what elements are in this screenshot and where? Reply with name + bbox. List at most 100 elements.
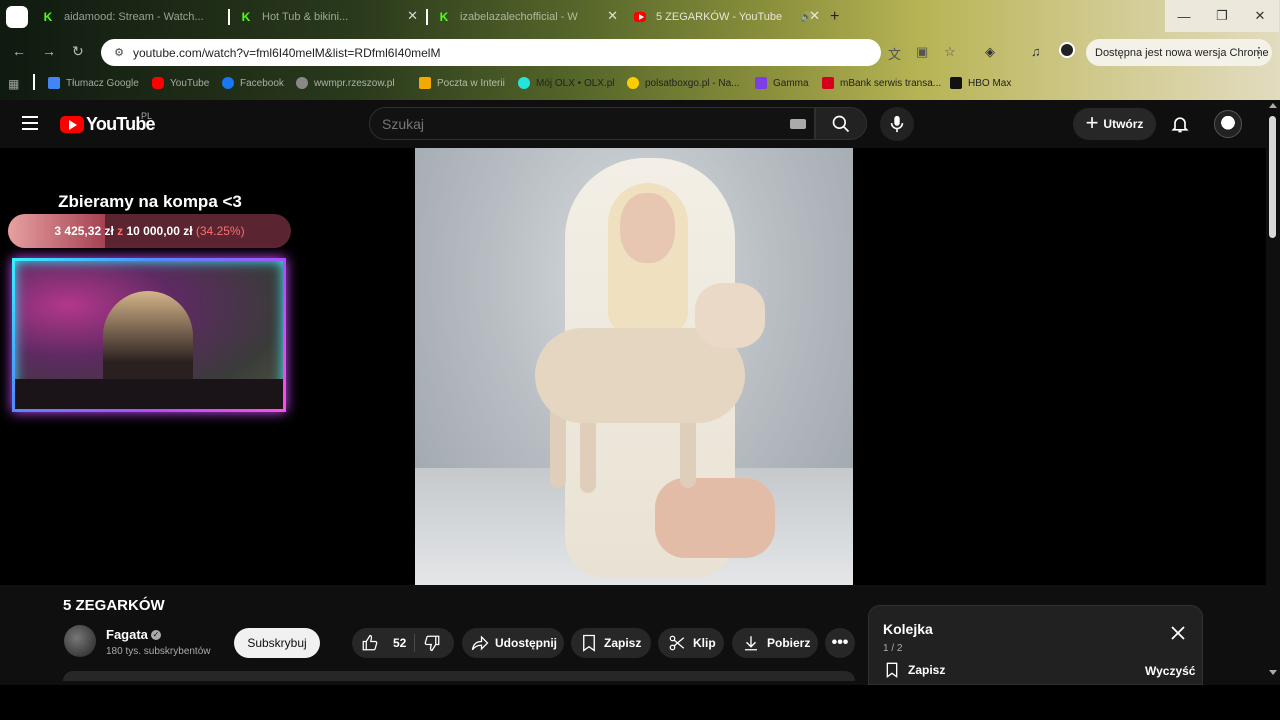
kick-icon: K — [43, 10, 53, 24]
close-icon[interactable]: ✕ — [607, 8, 618, 24]
gamma-icon — [755, 77, 767, 89]
queue-title: Kolejka — [883, 621, 933, 637]
tab-strip: K aidamood: Stream - Watch... K Hot Tub … — [0, 0, 1280, 34]
tab-title: aidamood: Stream - Watch... — [64, 11, 204, 23]
queue-save-label: Zapisz — [908, 663, 946, 677]
thumbs-down-icon — [424, 635, 440, 652]
channel-name[interactable]: Fagata — [106, 627, 148, 642]
browser-chrome: K aidamood: Stream - Watch... K Hot Tub … — [0, 0, 1280, 100]
address-bar[interactable]: ⚙ youtube.com/watch?v=fml6I40melM&list=R… — [101, 39, 956, 66]
clip-button[interactable]: Klip — [658, 628, 724, 658]
download-label: Pobierz — [767, 636, 811, 650]
bookmark-interia[interactable]: Poczta w Interii — [419, 77, 505, 89]
more-menu-icon[interactable]: ⋮ — [1252, 44, 1266, 61]
minimize-button[interactable]: — — [1165, 0, 1203, 32]
bookmark-label: YouTube — [170, 77, 210, 89]
bookmark-icon — [583, 634, 595, 652]
tab-aidamood[interactable]: K aidamood: Stream - Watch... — [42, 6, 222, 28]
bookmark-label: Facebook — [240, 77, 284, 89]
like-button[interactable]: 52 — [352, 628, 414, 658]
download-icon — [745, 636, 757, 651]
video-frame-cover-art — [415, 148, 853, 585]
youtube-icon — [60, 116, 84, 133]
dislike-button[interactable] — [414, 628, 441, 658]
back-icon[interactable]: ← — [12, 43, 26, 59]
save-button[interactable]: Zapisz — [571, 628, 651, 658]
bookmark-wwmpr[interactable]: wwmpr.rzeszow.pl — [296, 77, 395, 89]
bookmark-hbo-max[interactable]: HBO Max — [950, 77, 1011, 89]
reload-icon[interactable]: ↻ — [72, 43, 84, 60]
url-text: youtube.com/watch?v=fml6I40melM&list=RDf… — [133, 45, 441, 60]
youtube-page: YouTube PL + Utwórz — [0, 100, 1280, 720]
subscribe-button[interactable]: Subskrybuj — [234, 628, 320, 658]
bookmark-olx[interactable]: Mój OLX • OLX.pl — [518, 77, 615, 89]
account-avatar[interactable] — [1214, 110, 1242, 138]
search-input[interactable] — [382, 116, 762, 132]
tab-youtube-active[interactable]: 5 ZEGARKÓW - YouTube 🔊 ✕ — [634, 6, 820, 28]
close-window-button[interactable]: ✕ — [1241, 0, 1279, 32]
olx-icon — [518, 77, 530, 89]
share-button[interactable]: Udostępnij — [462, 628, 564, 658]
keyboard-icon[interactable] — [790, 119, 806, 129]
apps-grid-icon[interactable]: ▦ — [8, 77, 19, 91]
scroll-thumb[interactable] — [1269, 116, 1276, 238]
video-player[interactable]: Zbieramy na kompa <3 3 425,32 zł z 10 00… — [0, 148, 1266, 585]
translate-icon[interactable]: 文 — [888, 44, 901, 63]
bookmark-star-icon[interactable]: ☆ — [944, 44, 956, 60]
channel-avatar[interactable] — [64, 625, 96, 657]
save-label: Zapisz — [604, 636, 642, 650]
scroll-down-arrow[interactable] — [1269, 670, 1277, 675]
voice-search-button[interactable] — [880, 107, 914, 141]
translate-icon — [48, 77, 60, 89]
media-controls-icon[interactable]: ♫ — [1031, 44, 1041, 59]
forward-icon[interactable]: → — [42, 43, 56, 59]
share-icon — [471, 635, 489, 651]
browser-profile-button[interactable] — [6, 6, 28, 28]
bookmark-mbank[interactable]: mBank serwis transa... — [822, 77, 941, 89]
restore-button[interactable]: ❐ — [1203, 0, 1241, 32]
download-button[interactable]: Pobierz — [732, 628, 818, 658]
donation-goal-title: Zbieramy na kompa <3 — [58, 192, 242, 211]
donation-goal-bar: 3 425,32 zł z 10 000,00 zł (34.25%) — [8, 214, 291, 248]
extensions-icon[interactable]: ◈ — [985, 44, 995, 60]
bookmark-gamma[interactable]: Gamma — [755, 77, 809, 89]
mbank-icon — [822, 77, 834, 89]
bookmark-icon — [886, 662, 898, 678]
update-label: Dostępna jest nowa wersja Chrome — [1095, 46, 1269, 59]
bookmark-label: Gamma — [773, 77, 809, 89]
polsat-icon — [627, 77, 639, 89]
notifications-bell-icon[interactable] — [1170, 114, 1190, 139]
page-scrollbar[interactable] — [1266, 100, 1280, 685]
globe-icon — [296, 77, 308, 89]
site-info-icon[interactable]: ⚙ — [111, 45, 127, 61]
description-box[interactable] — [63, 671, 855, 681]
bookmark-polsatboxgo[interactable]: polsatboxgo.pl - Na... — [627, 77, 740, 89]
masthead: YouTube PL + Utwórz — [0, 100, 1266, 148]
scroll-up-arrow[interactable] — [1269, 103, 1277, 108]
kick-icon: K — [439, 10, 449, 24]
queue-save-button[interactable]: Zapisz — [885, 662, 945, 678]
search-button[interactable] — [815, 107, 867, 140]
tab-divider — [426, 9, 428, 25]
bookmark-google-translate[interactable]: Tłumacz Google — [48, 77, 139, 89]
chrome-update-button[interactable]: Dostępna jest nowa wersja Chrome ⋮ — [1086, 39, 1272, 66]
more-actions-button[interactable]: ••• — [825, 628, 855, 658]
menu-icon[interactable] — [22, 116, 38, 130]
bookmark-label: mBank serwis transa... — [840, 77, 942, 89]
close-icon[interactable] — [1171, 626, 1185, 645]
queue-clear-button[interactable]: Wyczyść — [1145, 664, 1195, 678]
tab-izabelazalech[interactable]: K izabelazalechofficial - W ✕ — [438, 6, 618, 28]
bookmark-youtube[interactable]: YouTube — [152, 77, 209, 89]
install-app-icon[interactable]: ▣ — [916, 44, 928, 60]
video-title: 5 ZEGARKÓW — [63, 597, 165, 614]
browser-toolbar: ← → ↻ ⚙ youtube.com/watch?v=fml6I40melM&… — [0, 34, 1280, 70]
profile-avatar[interactable] — [1059, 42, 1075, 58]
tab-hot-tub[interactable]: K Hot Tub & bikini... ✕ — [240, 6, 418, 28]
new-tab-button[interactable]: + — [830, 8, 839, 26]
like-divider — [414, 634, 415, 652]
create-button[interactable]: + Utwórz — [1073, 108, 1156, 140]
close-icon[interactable]: ✕ — [809, 8, 820, 24]
bookmark-facebook[interactable]: Facebook — [222, 77, 284, 89]
close-icon[interactable]: ✕ — [407, 8, 418, 24]
region-code: PL — [141, 111, 153, 121]
